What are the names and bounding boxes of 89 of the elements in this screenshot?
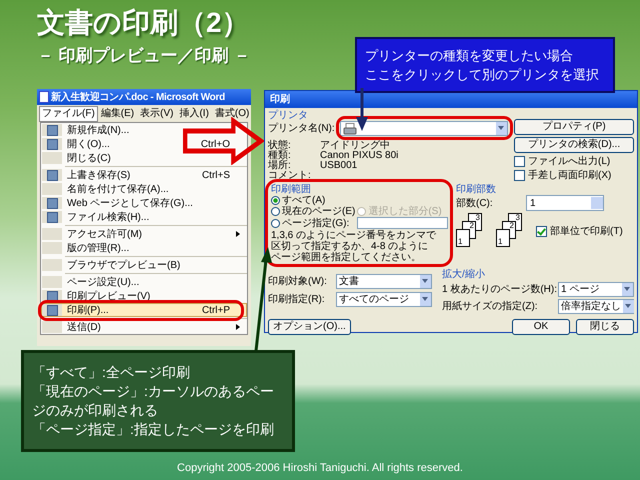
group-label: 印刷範囲 xyxy=(271,184,312,195)
spin-field[interactable]: 1 xyxy=(526,195,604,211)
callout-text: 「現在のページ」:カーソルのあるページのみが印刷される xyxy=(32,382,275,420)
submenu-arrow-icon xyxy=(236,231,240,237)
callout-text: ここをクリックして別のプリンタを選択 xyxy=(365,66,600,84)
callout-text: 「ページ指定」:指定したページを印刷 xyxy=(32,420,275,439)
dropdown-field[interactable]: すべてのページ xyxy=(336,292,432,307)
info-label: 場所: xyxy=(268,160,292,170)
info-label: 種類: xyxy=(268,150,292,160)
menu-item[interactable]: 新規作成(N)... xyxy=(41,123,247,137)
callout-text: 「すべて」:全ページ印刷 xyxy=(32,363,191,382)
group-label: プリンタ xyxy=(268,110,309,121)
menu-icon xyxy=(46,138,58,150)
menu-item[interactable]: ブラウザでプレビュー(B) xyxy=(41,258,247,272)
copyright-text: Copyright 2005-2006 Hiroshi Taniguchi. All rights reserved. xyxy=(176,462,464,474)
window-title: 新入生歓迎コンパ.doc - Microsoft Word xyxy=(51,90,225,104)
options-button[interactable]: オプション(O)... xyxy=(268,319,351,335)
field-label: 1 枚あたりのページ数(H): xyxy=(442,284,556,295)
dropdown-field[interactable]: 文書 xyxy=(336,274,432,289)
group-label: 印刷部数 xyxy=(456,184,497,195)
checkbox[interactable] xyxy=(514,156,525,167)
document-icon xyxy=(39,91,49,103)
menu-item[interactable]: Web ページとして保存(G)... xyxy=(41,196,247,210)
dialog-button[interactable]: 閉じる xyxy=(576,319,634,335)
dialog-button[interactable]: プリンタの検索(D)... xyxy=(514,137,634,153)
slide-subtitle: － 印刷プレビュー／印刷 － xyxy=(37,45,250,67)
menu-item[interactable]: 印刷(P)... Ctrl+P xyxy=(41,303,247,317)
info-label: 状態: xyxy=(268,140,292,150)
printer-dropdown[interactable] xyxy=(340,121,508,136)
caret-icon xyxy=(420,275,431,288)
menu-item[interactable]: 版の管理(R)... xyxy=(41,241,247,255)
menu-tab[interactable]: 書式(O) xyxy=(212,106,251,122)
radio-label[interactable]: すべて(A) xyxy=(282,195,326,206)
page-sheet: 1 xyxy=(496,229,510,247)
checkbox[interactable] xyxy=(536,226,547,237)
checkbox-label[interactable]: ファイルへ出力(L) xyxy=(528,156,610,167)
menu-item[interactable]: 名前を付けて保存(A)... xyxy=(41,182,247,196)
info-value: USB001 xyxy=(320,160,358,170)
info-value: Canon PIXUS 80i xyxy=(320,150,398,160)
radio-button[interactable] xyxy=(271,207,280,216)
menu-icon xyxy=(46,170,58,180)
menu-icon xyxy=(46,124,58,136)
printer-icon xyxy=(343,122,357,134)
info-value: アイドリング中 xyxy=(320,140,390,150)
field-label: 用紙サイズの指定(Z): xyxy=(442,301,539,312)
menu-icon xyxy=(46,290,58,302)
slide-title: 文書の印刷（2） xyxy=(37,6,250,40)
page-sheet: 1 xyxy=(456,229,470,247)
radio-label[interactable]: ページ指定(G): xyxy=(282,218,350,228)
dialog-button[interactable]: プロパティ(P) xyxy=(514,119,634,135)
menu-item[interactable]: アクセス許可(M) xyxy=(41,227,247,241)
menu-icon xyxy=(46,212,58,222)
checkbox-label[interactable]: 手差し両面印刷(X) xyxy=(528,170,612,181)
hint-text: 1,3,6 のようにページ番号をカンマで区切って指定するか、4-8 のようにページ範囲を指定してください。 xyxy=(271,230,437,263)
menu-icon xyxy=(46,198,58,208)
caret-icon xyxy=(420,293,431,306)
group-label: 拡大/縮小 xyxy=(442,269,486,280)
field-label: 部数(C): xyxy=(456,198,494,208)
menu-item[interactable]: 開く(O)... Ctrl+O xyxy=(41,137,247,151)
dialog-title: 印刷 xyxy=(270,94,290,105)
field-label: プリンタ名(N): xyxy=(268,123,336,134)
submenu-arrow-icon xyxy=(236,324,240,330)
menu-tab[interactable]: 挿入(I) xyxy=(176,106,212,122)
radio-button[interactable] xyxy=(271,196,280,205)
menu-item[interactable]: ページ設定(U)... xyxy=(41,275,247,289)
menu-item[interactable]: 閉じる(C) xyxy=(41,151,247,165)
menu-item[interactable]: ファイル検索(H)... xyxy=(41,210,247,224)
menu-tab[interactable]: 表示(V) xyxy=(137,106,176,122)
menu-tab[interactable]: ファイル(F) xyxy=(39,106,98,122)
dialog-button[interactable]: OK xyxy=(512,319,570,335)
checkbox-label[interactable]: 部単位で印刷(T) xyxy=(550,226,623,237)
checkbox[interactable] xyxy=(514,170,525,181)
dropdown-field[interactable]: 1 ページ xyxy=(558,282,634,297)
menu-icon xyxy=(46,304,58,316)
radio-label[interactable]: 現在のページ(E) xyxy=(282,206,356,217)
field-label: 印刷指定(R): xyxy=(268,294,326,305)
info-label: コメント: xyxy=(268,170,312,180)
field-label: 印刷対象(W): xyxy=(268,276,328,287)
radio-button[interactable] xyxy=(271,218,280,228)
caret-icon xyxy=(622,283,633,296)
arrow xyxy=(356,88,368,131)
dropdown-field[interactable]: 倍率指定なし xyxy=(558,299,634,314)
caret-icon xyxy=(623,300,634,313)
menu-tab[interactable]: 編集(E) xyxy=(98,106,138,122)
menu-item[interactable]: 上書き保存(S) Ctrl+S xyxy=(41,168,247,182)
menu-item[interactable]: 送信(D) xyxy=(41,320,247,334)
callout-text: プリンターの種類を変更したい場合 xyxy=(365,47,574,65)
input-field[interactable] xyxy=(357,217,448,229)
caret-icon xyxy=(496,122,507,135)
